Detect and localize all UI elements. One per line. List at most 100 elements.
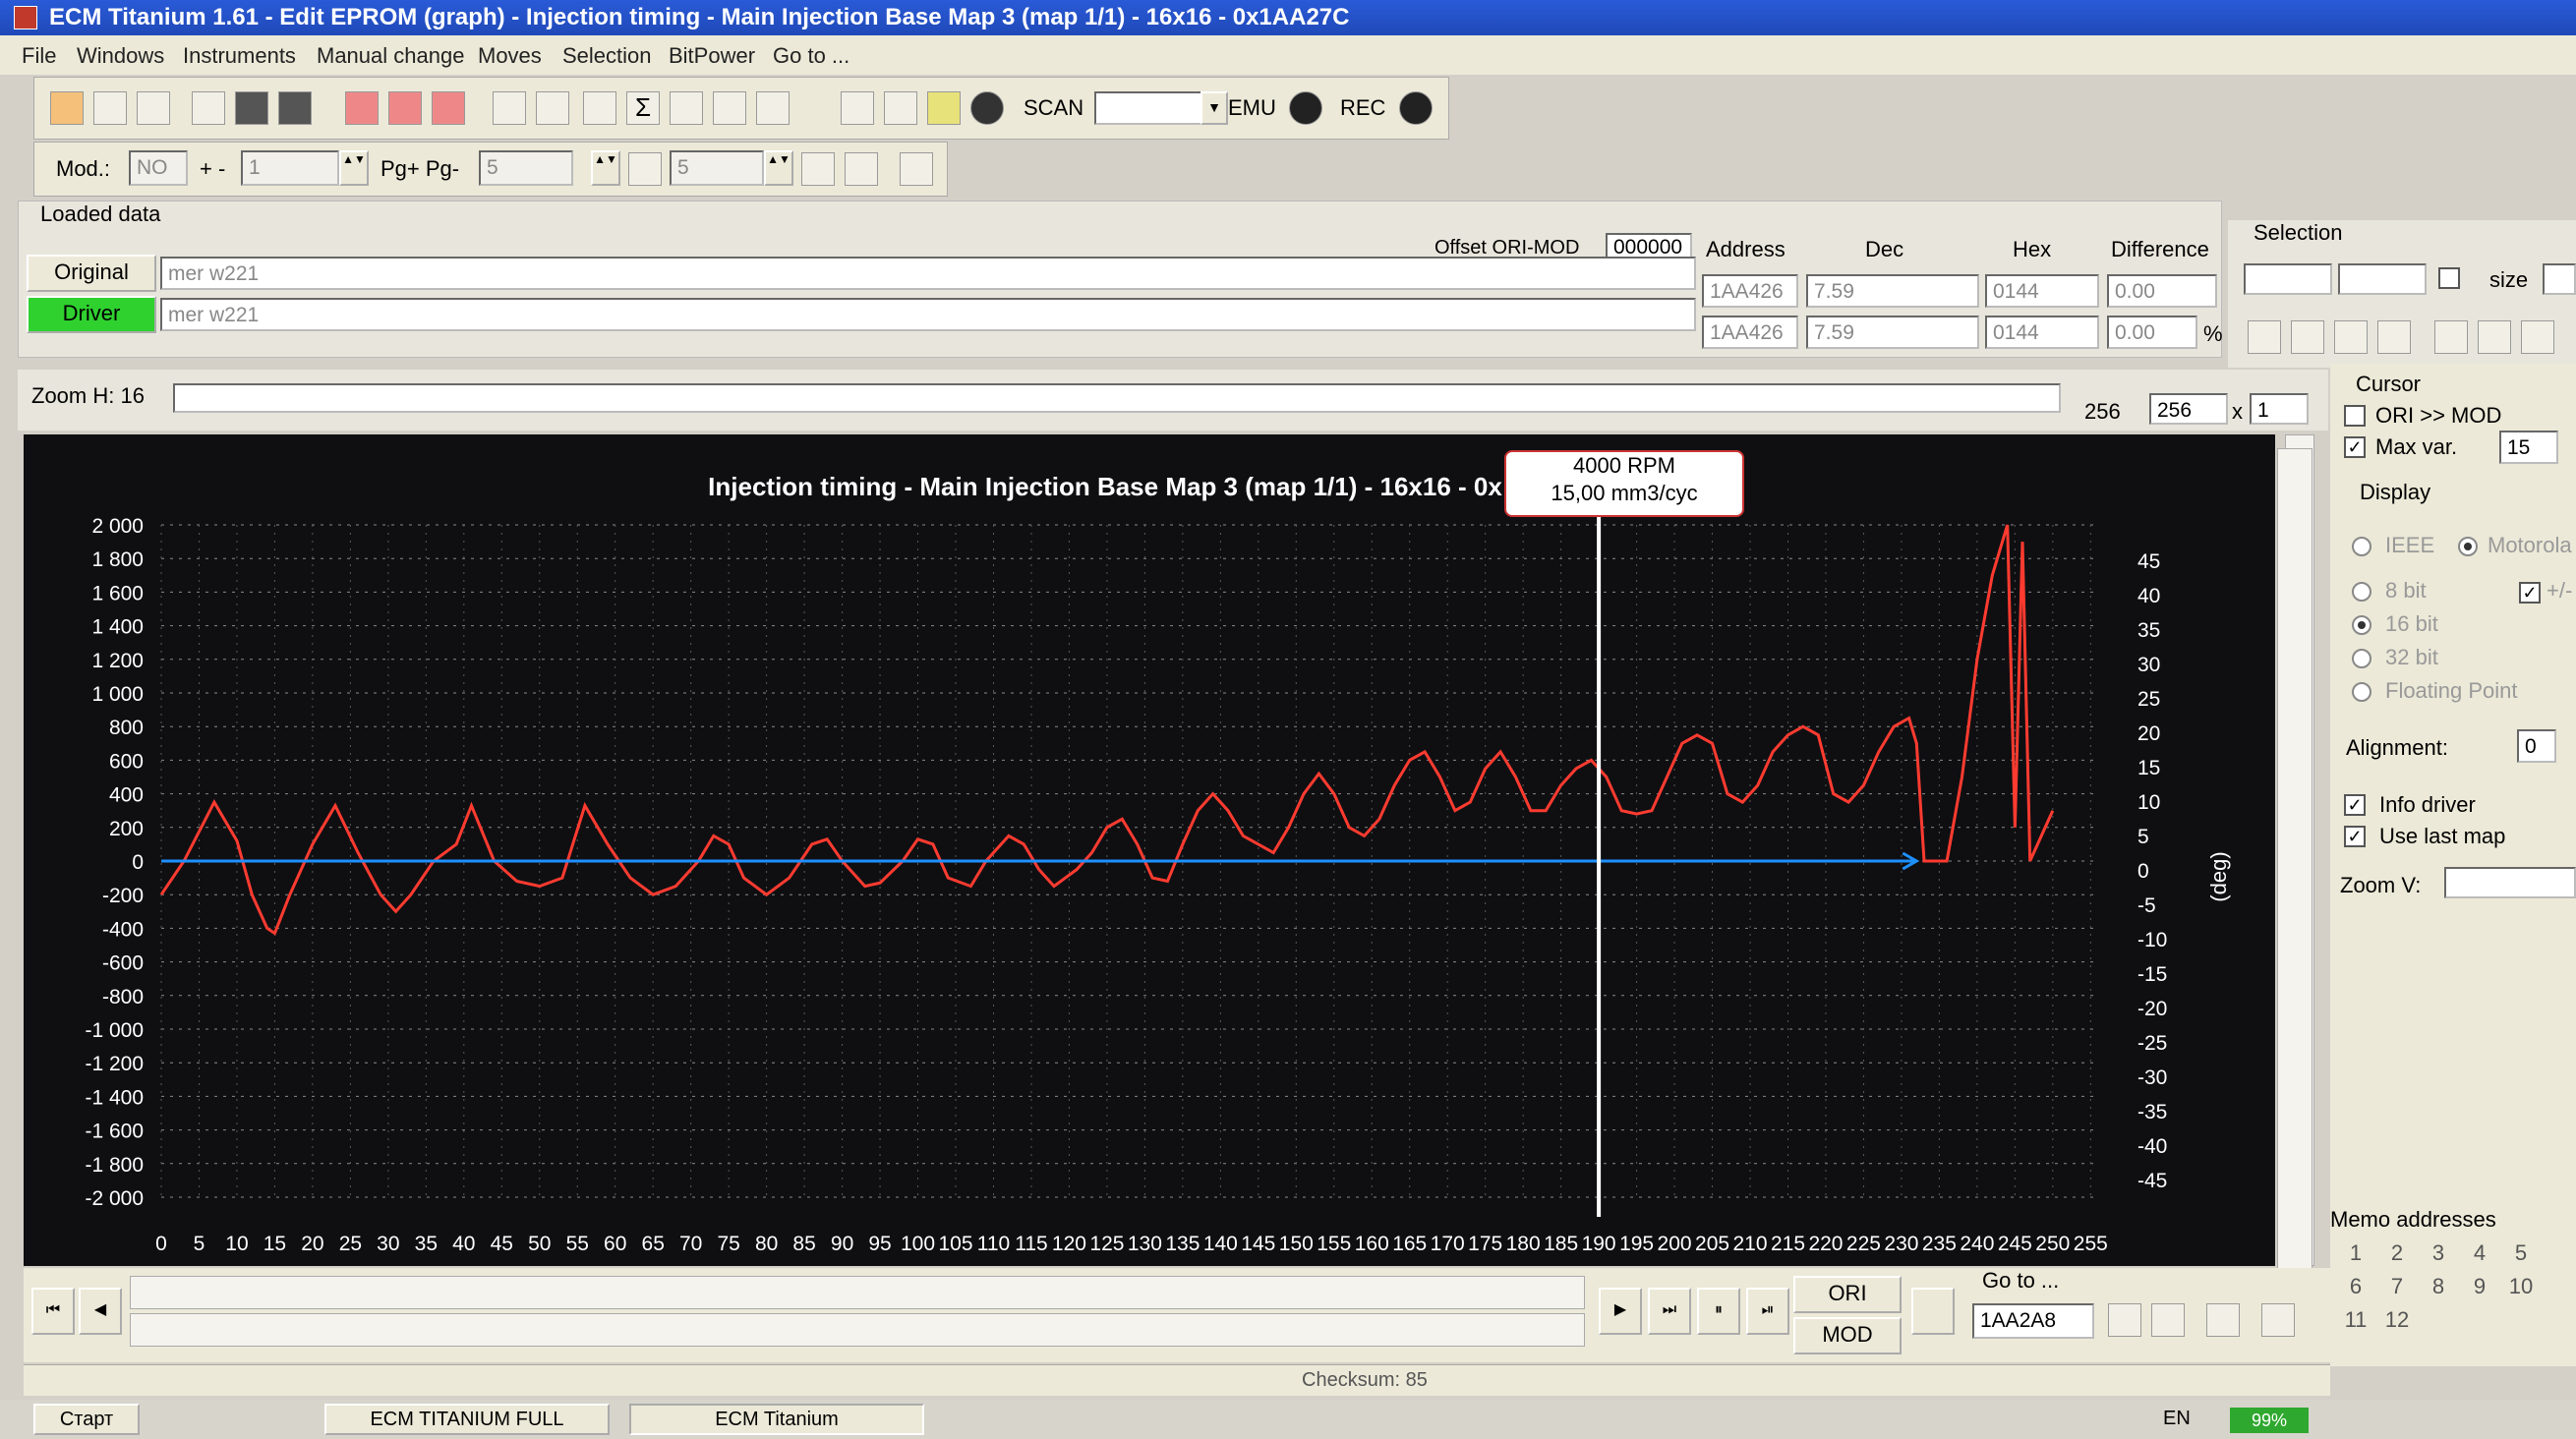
bit32-radio[interactable] [2352,649,2371,668]
scan-select[interactable] [1094,91,1202,125]
memo-address-5[interactable]: 5 [2503,1240,2539,1266]
driver-dec[interactable]: 7.59 [1806,316,1979,349]
copy-icon[interactable] [93,91,127,125]
goto-field[interactable]: 1AA2A8 [1972,1303,2094,1339]
zoom-h-slider[interactable] [173,383,2061,413]
pg-field[interactable]: 5 [479,150,573,186]
chevron-down-icon[interactable]: ▼ [1200,91,1228,125]
alignment-field[interactable]: 0 [2517,729,2556,763]
select-range-icon[interactable] [2334,320,2368,354]
menu-goto[interactable]: Go to ... [773,43,849,69]
map-mod-icon[interactable] [845,152,878,186]
driver-file-field[interactable]: mer w221 [160,298,1696,331]
step-icon[interactable]: ⏯ [1746,1288,1789,1335]
bit16-radio[interactable] [2352,615,2371,635]
sigma-icon[interactable]: Σ [626,91,660,125]
original-dec[interactable]: 7.59 [1806,274,1979,308]
emu-record-icon[interactable] [1289,91,1322,125]
pg-stepper[interactable]: ▲▼ [591,150,620,186]
prev-icon[interactable]: ◀ [79,1288,122,1335]
plusminus-field[interactable]: 1 [241,150,339,186]
memo-address-11[interactable]: 11 [2338,1307,2373,1333]
disc-icon[interactable] [970,91,1004,125]
ieee-radio[interactable] [2352,537,2371,556]
ori-mod-checkbox[interactable] [2344,405,2366,427]
max-var-checkbox[interactable]: ✓ [2344,436,2366,458]
edit-cross-icon[interactable] [388,91,422,125]
save-icon[interactable] [235,91,268,125]
menu-instruments[interactable]: Instruments [183,43,296,69]
memo-address-9[interactable]: 9 [2462,1274,2497,1299]
step-field[interactable]: 5 [670,150,764,186]
bit8-radio[interactable] [2352,582,2371,602]
memo-address-4[interactable]: 4 [2462,1240,2497,1266]
mod-button[interactable]: MOD [1793,1317,1902,1354]
select-start-icon[interactable] [2248,320,2281,354]
language-indicator[interactable]: EN [2163,1408,2191,1430]
map-icon[interactable] [801,152,835,186]
ori-button[interactable]: ORI [1793,1276,1902,1313]
last-icon[interactable]: ⏭ [1648,1288,1691,1335]
select-end-icon[interactable] [2291,320,2324,354]
pause-icon[interactable]: ⏸ [1697,1288,1740,1335]
zoom-value-2[interactable]: 256 [2149,393,2228,425]
page-icon[interactable] [628,152,662,186]
taskbar-item-ecm[interactable]: ECM Titanium [629,1404,924,1435]
original-button[interactable]: Original [27,255,156,292]
select-paste-icon[interactable] [2478,320,2511,354]
edit-table-icon[interactable] [432,91,465,125]
info-driver-checkbox[interactable]: ✓ [2344,794,2366,816]
horizontal-scrollbar-ori[interactable] [130,1276,1585,1309]
select-export-icon[interactable] [2521,320,2554,354]
original-hex[interactable]: 0144 [1985,274,2099,308]
original-diff[interactable]: 0.00 [2107,274,2217,308]
start-button[interactable]: Старт [33,1404,140,1435]
memo-address-10[interactable]: 10 [2503,1274,2539,1299]
color-blocks-icon[interactable] [670,91,703,125]
step-stepper[interactable]: ▲▼ [764,150,793,186]
chart-vertical-scrollbar[interactable] [2277,448,2313,1276]
memo-address-12[interactable]: 12 [2379,1307,2415,1333]
memo-address-1[interactable]: 1 [2338,1240,2373,1266]
taskbar-item-folder[interactable]: ECM TITANIUM FULL [324,1404,610,1435]
mod-field[interactable]: NO [129,150,188,186]
zoom-v-slider[interactable] [2444,867,2576,898]
horizontal-scrollbar-mod[interactable] [130,1313,1585,1347]
menu-windows[interactable]: Windows [77,43,164,69]
original-file-field[interactable]: mer w221 [160,257,1696,290]
rec-record-icon[interactable] [1399,91,1433,125]
list-icon[interactable] [713,91,746,125]
driver-diff[interactable]: 0.00 [2107,316,2197,349]
driver-button[interactable]: Driver [27,296,156,333]
original-address[interactable]: 1AA426 [1702,274,1798,308]
outdent-icon[interactable] [2151,1303,2185,1337]
home-icon[interactable] [50,91,84,125]
menu-file[interactable]: File [22,43,56,69]
edit-checked-icon[interactable] [345,91,379,125]
paste-icon[interactable] [137,91,170,125]
text-icon[interactable] [900,152,933,186]
menu-selection[interactable]: Selection [562,43,652,69]
document-icon[interactable] [493,91,526,125]
menu-manual-change[interactable]: Manual change [317,43,464,69]
chart-icon[interactable] [927,91,961,125]
memo-address-6[interactable]: 6 [2338,1274,2373,1299]
save-as-icon[interactable] [278,91,312,125]
marker-left-icon[interactable] [2206,1303,2240,1337]
memo-address-2[interactable]: 2 [2379,1240,2415,1266]
map-graph[interactable]: Injection timing - Main Injection Base M… [24,434,2314,1266]
indent-icon[interactable] [2108,1303,2141,1337]
selection-start-field[interactable] [2244,263,2332,295]
motorola-radio[interactable] [2458,537,2478,556]
memo-address-7[interactable]: 7 [2379,1274,2415,1299]
float-radio[interactable] [2352,682,2371,702]
max-var-field[interactable]: 15 [2499,431,2558,464]
menu-moves[interactable]: Moves [478,43,542,69]
plusminus-stepper[interactable]: ▲▼ [339,150,369,186]
select-clear-icon[interactable] [2377,320,2411,354]
zoom-multiplier[interactable]: 1 [2250,393,2309,425]
open-folder-icon[interactable] [192,91,225,125]
driver-hex[interactable]: 0144 [1985,316,2099,349]
marker-right-icon[interactable] [2261,1303,2295,1337]
binoculars-icon[interactable] [756,91,790,125]
